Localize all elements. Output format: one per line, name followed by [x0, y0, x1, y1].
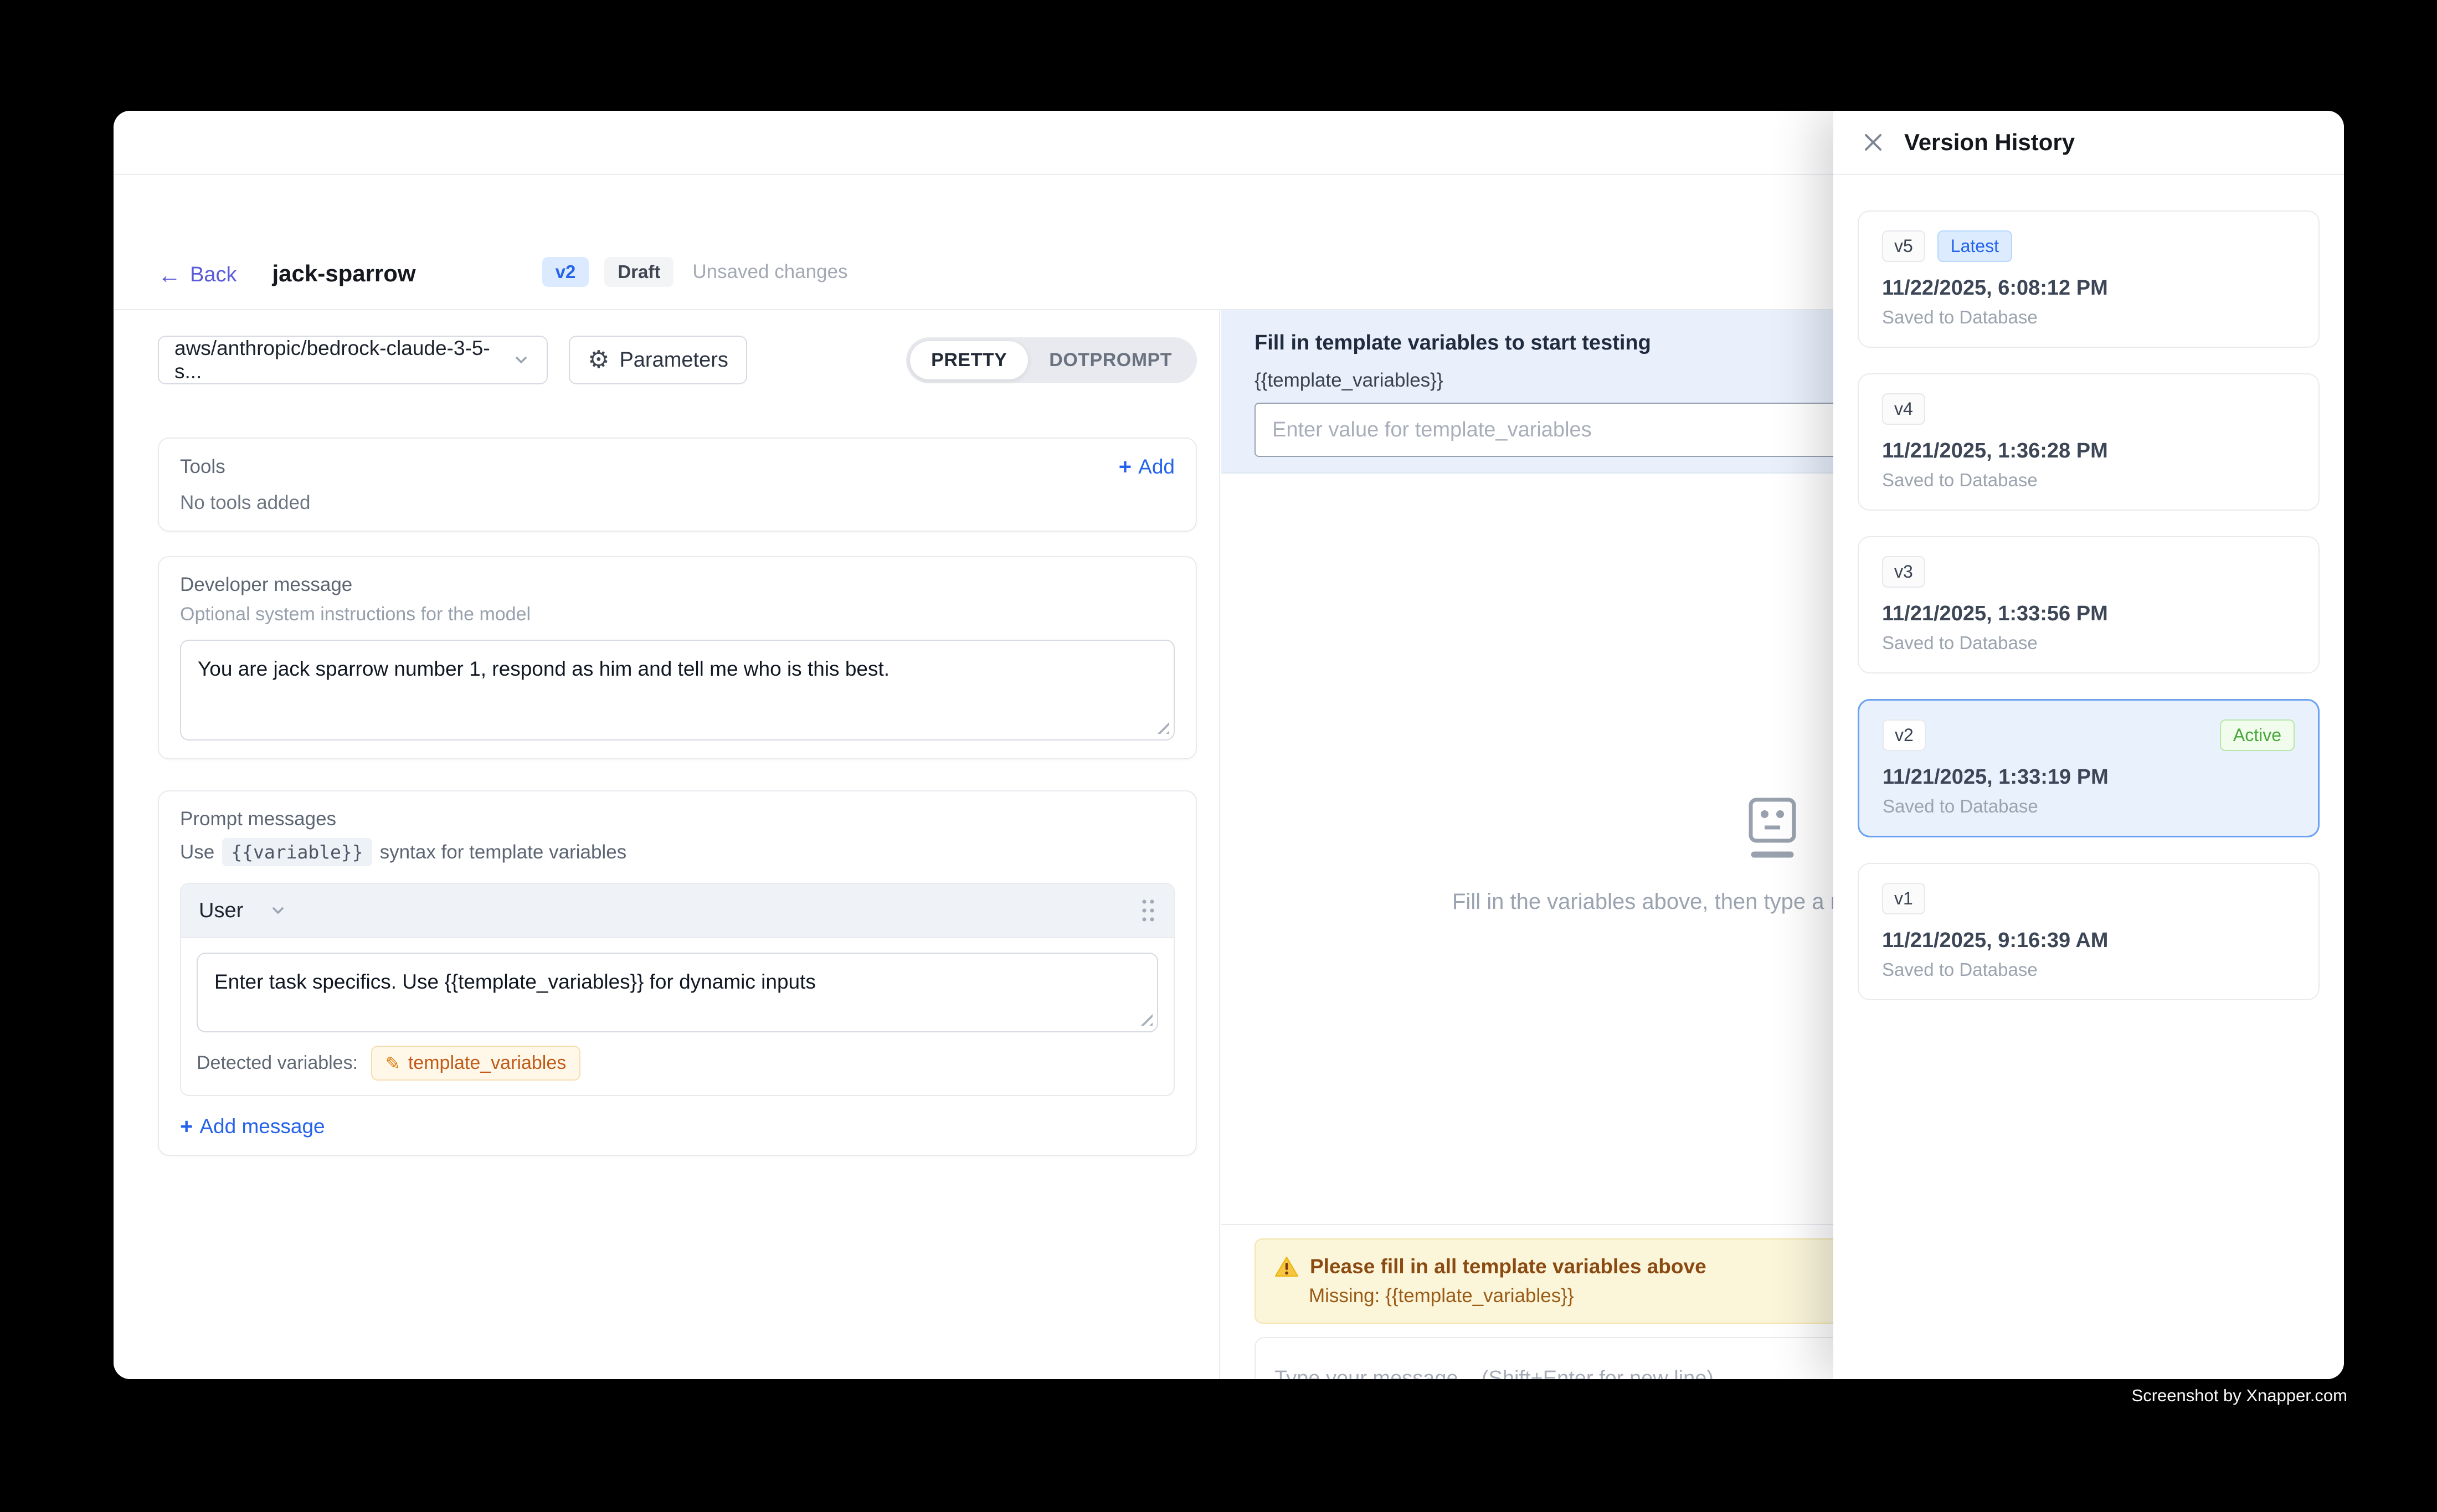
- variable-syntax-chip: {{variable}}: [222, 838, 372, 866]
- version-number-badge: v5: [1882, 230, 1925, 262]
- version-status: Saved to Database: [1882, 470, 2295, 491]
- detected-variables-label: Detected variables:: [197, 1052, 358, 1074]
- version-date: 11/21/2025, 1:36:28 PM: [1882, 439, 2295, 463]
- prompt-messages-title: Prompt messages: [180, 808, 1175, 830]
- view-mode-toggle: PRETTY DOTPROMPT: [906, 337, 1197, 383]
- header-badges: v2 Draft Unsaved changes: [542, 257, 848, 287]
- prompt-editor-panel: aws/anthropic/bedrock-claude-3-5-s... ⚙ …: [114, 310, 1220, 1379]
- close-button[interactable]: [1859, 128, 1888, 157]
- app-window: ← Back jack-sparrow v2 Draft Unsaved cha…: [114, 111, 2344, 1379]
- prompt-message-block: User Enter task specifics. Use {{templat…: [180, 883, 1175, 1096]
- add-message-button[interactable]: + Add message: [180, 1115, 1175, 1138]
- developer-message-subtitle: Optional system instructions for the mod…: [180, 604, 1175, 625]
- unsaved-changes-label: Unsaved changes: [692, 261, 847, 283]
- version-number-badge: v3: [1882, 556, 1925, 588]
- version-card-v1[interactable]: v1 11/21/2025, 9:16:39 AM Saved to Datab…: [1858, 863, 2320, 1000]
- add-tool-button[interactable]: + Add: [1119, 455, 1175, 479]
- detected-variables-row: Detected variables: ✎ template_variables: [197, 1046, 1158, 1081]
- active-badge: Active: [2220, 719, 2295, 751]
- chevron-down-icon: [511, 350, 531, 370]
- toggle-pretty[interactable]: PRETTY: [910, 341, 1028, 379]
- version-card-v3[interactable]: v3 11/21/2025, 1:33:56 PM Saved to Datab…: [1858, 536, 2320, 673]
- version-status: Saved to Database: [1882, 959, 2295, 980]
- prompt-message-input[interactable]: Enter task specifics. Use {{template_var…: [197, 953, 1158, 1032]
- tools-card: Tools + Add No tools added: [158, 438, 1197, 532]
- close-icon: [1861, 130, 1885, 155]
- model-select-value: aws/anthropic/bedrock-claude-3-5-s...: [174, 337, 511, 383]
- message-role-select[interactable]: User: [199, 899, 287, 923]
- add-message-label: Add message: [199, 1115, 325, 1138]
- version-date: 11/21/2025, 1:33:56 PM: [1882, 602, 2295, 626]
- prompt-message-header: User: [181, 884, 1174, 938]
- back-button[interactable]: ← Back: [158, 263, 236, 287]
- version-number-badge: v2: [1883, 719, 1926, 751]
- warning-title: Please fill in all template variables ab…: [1310, 1255, 1706, 1278]
- version-list: v5 Latest 11/22/2025, 6:08:12 PM Saved t…: [1833, 175, 2344, 1000]
- hint-suffix: syntax for template variables: [380, 841, 626, 863]
- plus-icon: +: [1119, 456, 1132, 478]
- version-number-badge: v1: [1882, 883, 1925, 914]
- version-date: 11/22/2025, 6:08:12 PM: [1882, 276, 2295, 300]
- parameters-label: Parameters: [619, 348, 728, 372]
- plus-icon: +: [180, 1115, 193, 1138]
- pencil-icon: ✎: [385, 1055, 400, 1072]
- version-history-title: Version History: [1904, 129, 2075, 156]
- tools-empty-text: No tools added: [180, 492, 1175, 514]
- version-date: 11/21/2025, 9:16:39 AM: [1882, 929, 2295, 953]
- xnapper-watermark: Screenshot by Xnapper.com: [2132, 1386, 2347, 1406]
- chevron-down-icon: [269, 901, 287, 920]
- version-history-panel: Version History v5 Latest 11/22/2025, 6:…: [1833, 111, 2344, 1379]
- version-history-header: Version History: [1833, 111, 2344, 175]
- hint-prefix: Use: [180, 841, 214, 863]
- developer-message-input[interactable]: You are jack sparrow number 1, respond a…: [180, 640, 1175, 740]
- version-badge: v2: [542, 257, 589, 287]
- model-select[interactable]: aws/anthropic/bedrock-claude-3-5-s...: [158, 336, 548, 384]
- version-card-v5[interactable]: v5 Latest 11/22/2025, 6:08:12 PM Saved t…: [1858, 210, 2320, 348]
- version-status: Saved to Database: [1882, 307, 2295, 328]
- version-card-v4[interactable]: v4 11/21/2025, 1:36:28 PM Saved to Datab…: [1858, 373, 2320, 511]
- model-toolbar: aws/anthropic/bedrock-claude-3-5-s... ⚙ …: [158, 336, 1197, 384]
- tools-title: Tools: [180, 456, 225, 478]
- version-card-v2-active[interactable]: v2 Active 11/21/2025, 1:33:19 PM Saved t…: [1858, 699, 2320, 837]
- version-date: 11/21/2025, 1:33:19 PM: [1883, 765, 2295, 789]
- detected-variable-name: template_variables: [408, 1052, 566, 1074]
- add-tool-label: Add: [1138, 455, 1175, 479]
- drag-handle-icon[interactable]: [1140, 897, 1156, 924]
- draft-badge: Draft: [604, 257, 673, 287]
- version-number-badge: v4: [1882, 393, 1925, 425]
- version-status: Saved to Database: [1883, 796, 2295, 817]
- prompt-syntax-hint: Use {{variable}} syntax for template var…: [180, 838, 1175, 866]
- latest-badge: Latest: [1937, 230, 2012, 262]
- page-title: jack-sparrow: [272, 260, 415, 287]
- back-label: Back: [190, 263, 236, 287]
- back-arrow-icon: ←: [158, 265, 181, 286]
- parameters-button[interactable]: ⚙ Parameters: [569, 336, 747, 384]
- message-role-value: User: [199, 899, 243, 923]
- prompt-message-body: Enter task specifics. Use {{template_var…: [181, 938, 1174, 1095]
- detected-variable-chip[interactable]: ✎ template_variables: [371, 1046, 580, 1081]
- prompt-messages-card: Prompt messages Use {{variable}} syntax …: [158, 790, 1197, 1156]
- version-status: Saved to Database: [1882, 632, 2295, 654]
- developer-message-card: Developer message Optional system instru…: [158, 556, 1197, 759]
- bot-face-icon: [1746, 796, 1799, 863]
- toggle-dotprompt[interactable]: DOTPROMPT: [1028, 341, 1193, 379]
- developer-message-title: Developer message: [180, 574, 1175, 596]
- gear-icon: ⚙: [588, 348, 609, 372]
- warning-triangle-icon: [1274, 1256, 1299, 1278]
